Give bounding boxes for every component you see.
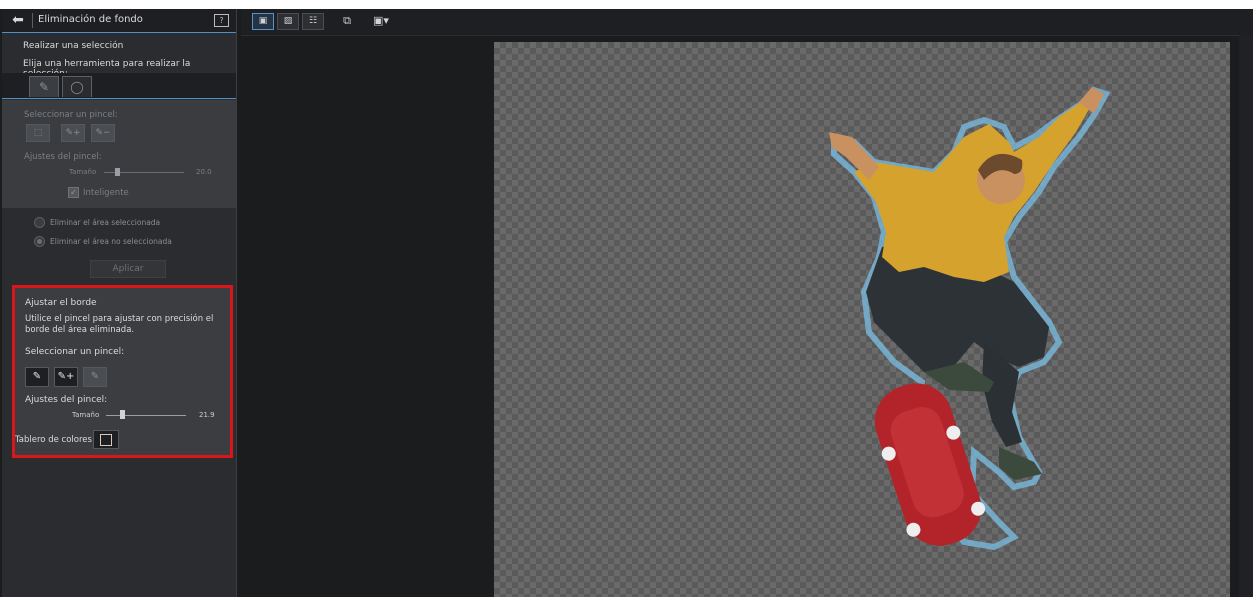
edge-size-value: 21.9 [199,411,215,419]
eraser-brush-icon[interactable]: ✎ [25,367,49,387]
color-board-label: Tablero de colores [15,435,92,445]
arrow-left-icon[interactable]: ⬅ [8,12,28,28]
selection-section: Realizar una selección Elija una herrami… [2,33,236,208]
hoodie-shape [854,100,1092,282]
selection-heading: Realizar una selección [23,41,124,51]
color-board-button[interactable] [93,430,119,449]
compare-view-icon[interactable]: ▣ [252,13,274,30]
background-removal-panel: ⬅ Eliminación de fondo ? Realizar una se… [2,9,237,597]
smart-label: Inteligente [83,188,129,198]
adjust-edge-section: Ajustar el borde Utilice el pincel para … [12,285,233,458]
display-options-icon[interactable]: ▣▾ [367,13,395,28]
lasso-icon[interactable]: ◯ [62,76,92,97]
size-value: 20.0 [196,168,212,176]
fit-screen-icon[interactable]: ⧉ [336,13,358,28]
adjust-edge-description: Utilice el pincel para ajustar con preci… [25,314,214,335]
tool-tabs: ✎ ◯ [2,73,236,99]
add-edge-brush-icon[interactable]: ✎+ [54,367,78,387]
edge-size-slider-track[interactable] [106,415,186,416]
single-view-icon[interactable]: ▨ [277,13,299,30]
edge-select-brush-label: Seleccionar un pincel: [25,347,125,357]
help-icon[interactable]: ? [214,14,229,27]
radio-remove-unselected-label: Eliminar el área no seleccionada [50,237,172,246]
smart-checkbox[interactable]: ✓ [68,187,79,198]
brush-settings-label: Ajustes del pincel: [24,152,102,162]
auto-brush-icon[interactable]: ⬚ [26,124,50,142]
header-divider [32,13,33,28]
edge-size-label: Tamaño [72,411,100,419]
grid-view-icon[interactable]: ☷ [302,13,324,30]
radio-remove-selected-label: Eliminar el área seleccionada [50,218,161,227]
main-area: ▣ ▨ ☷ ⧉ ▣▾ [241,9,1253,597]
brush-select-icon[interactable]: ✎ [29,76,59,97]
select-brush-label: Seleccionar un pincel: [24,110,118,120]
panel-title: Eliminación de fondo [38,14,143,25]
skateboarder-image [829,86,1111,551]
color-swatch [100,434,112,446]
size-slider-thumb[interactable] [115,168,120,176]
edge-brush-settings-label: Ajustes del pincel: [25,395,108,405]
subtract-brush-icon[interactable]: ✎− [91,124,115,142]
remove-edge-brush-icon[interactable]: ✎ [83,367,107,387]
view-toolbar: ▣ ▨ ☷ ⧉ ▣▾ [241,9,1253,36]
image-canvas[interactable] [494,42,1230,597]
radio-remove-unselected[interactable] [34,236,45,247]
selection-brush-options: Seleccionar un pincel: ⬚ ✎+ ✎− Ajustes d… [2,100,236,208]
edge-size-slider-thumb[interactable] [120,410,125,419]
apply-button[interactable]: Aplicar [90,260,166,278]
radio-remove-selected[interactable] [34,217,45,228]
adjust-edge-title: Ajustar el borde [25,298,97,308]
right-scroll-strip[interactable] [1239,35,1253,597]
app-window: ⬅ Eliminación de fondo ? Realizar una se… [0,9,1253,597]
add-brush-icon[interactable]: ✎+ [61,124,85,142]
panel-header: ⬅ Eliminación de fondo ? [2,9,236,33]
size-label: Tamaño [69,168,97,176]
